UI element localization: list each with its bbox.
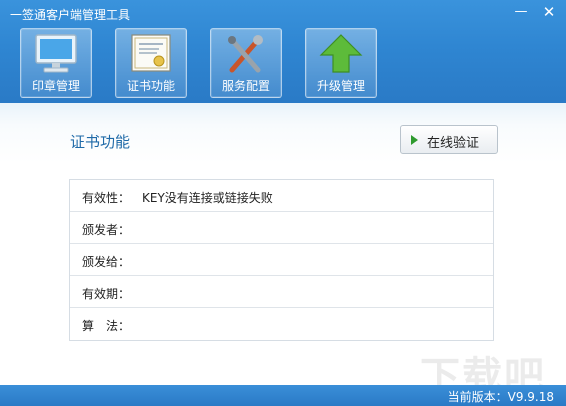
toolbar-certificate[interactable]: 证书功能	[115, 28, 187, 98]
certificate-icon	[131, 34, 171, 72]
info-row-validity-period: 有效期：	[70, 276, 493, 308]
tools-icon	[228, 35, 263, 73]
online-verify-label: 在线验证	[427, 136, 480, 151]
play-icon	[411, 135, 418, 145]
field-label: 有效性：	[82, 191, 131, 205]
toolbar-upgrade-management[interactable]: 升级管理	[305, 28, 377, 98]
info-row-issued-to: 颁发给：	[70, 244, 493, 276]
online-verify-button[interactable]: 在线验证	[400, 125, 498, 154]
app-title: 一签通客户端管理工具	[10, 8, 131, 22]
status-bar: 当前版本：V9.9.18	[0, 385, 566, 406]
toolbar-seal-management[interactable]: 印章管理	[20, 28, 92, 98]
certificate-info-table: 有效性： KEY没有连接或链接失败 颁发者： 颁发给： 有效期： 算 法：	[69, 179, 494, 341]
close-button[interactable]: ✕	[538, 2, 560, 22]
minimize-button[interactable]: —	[510, 2, 532, 22]
main-panel: 证书功能 在线验证 有效性： KEY没有连接或链接失败 颁发者： 颁发给： 有效…	[0, 103, 566, 385]
toolbar-service-config[interactable]: 服务配置	[210, 28, 282, 98]
toolbar-label: 证书功能	[126, 79, 175, 93]
info-row-validity: 有效性： KEY没有连接或链接失败	[70, 180, 493, 212]
info-row-algorithm: 算 法：	[70, 308, 493, 340]
field-label: 颁发者：	[82, 223, 131, 237]
version-label: 当前版本：V9.9.18	[447, 390, 554, 404]
toolbar-label: 服务配置	[221, 79, 270, 93]
field-label: 算 法：	[82, 319, 131, 333]
section-title: 证书功能	[70, 133, 131, 151]
field-label: 颁发给：	[82, 255, 131, 269]
title-bar-header: 一签通客户端管理工具 — ✕ 印章管理 证书功能 服务配置 升级管理	[0, 0, 566, 103]
field-value: KEY没有连接或链接失败	[142, 191, 273, 205]
upgrade-arrow-icon	[319, 34, 363, 73]
toolbar-label: 印章管理	[31, 79, 80, 93]
monitor-icon	[35, 34, 77, 73]
toolbar-label: 升级管理	[316, 79, 365, 93]
info-row-issuer: 颁发者：	[70, 212, 493, 244]
field-label: 有效期：	[82, 287, 131, 301]
